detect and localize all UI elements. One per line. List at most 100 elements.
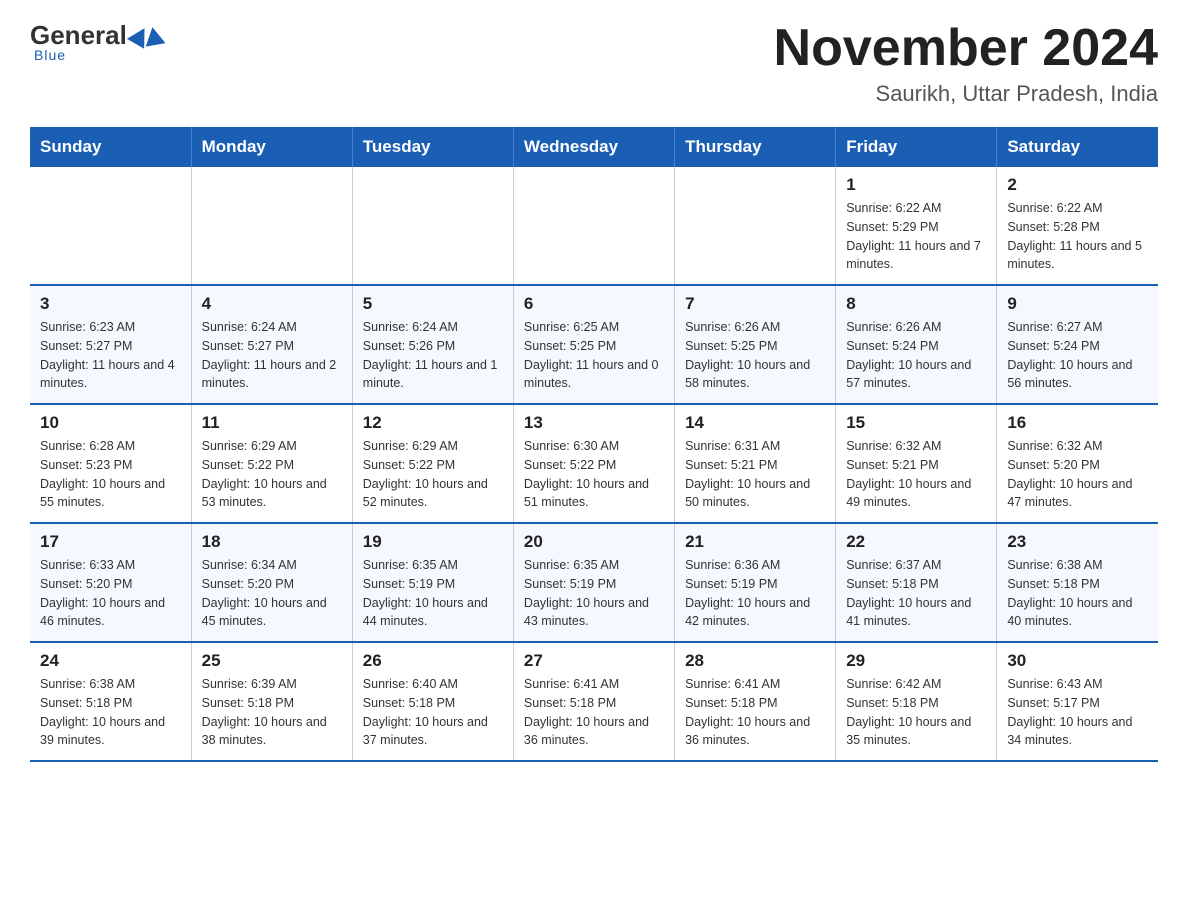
- day-info: Sunrise: 6:37 AM Sunset: 5:18 PM Dayligh…: [846, 556, 986, 631]
- weekday-header-monday: Monday: [191, 127, 352, 167]
- day-info: Sunrise: 6:27 AM Sunset: 5:24 PM Dayligh…: [1007, 318, 1148, 393]
- day-info: Sunrise: 6:24 AM Sunset: 5:26 PM Dayligh…: [363, 318, 503, 393]
- day-number: 16: [1007, 413, 1148, 433]
- calendar-cell: 25 Sunrise: 6:39 AM Sunset: 5:18 PM Dayli…: [191, 642, 352, 761]
- day-number: 17: [40, 532, 181, 552]
- day-number: 10: [40, 413, 181, 433]
- calendar-cell: 9 Sunrise: 6:27 AM Sunset: 5:24 PM Daylig…: [997, 285, 1158, 404]
- day-number: 20: [524, 532, 664, 552]
- day-info: Sunrise: 6:32 AM Sunset: 5:20 PM Dayligh…: [1007, 437, 1148, 512]
- calendar-cell: [352, 167, 513, 285]
- day-number: 25: [202, 651, 342, 671]
- calendar-cell: 15 Sunrise: 6:32 AM Sunset: 5:21 PM Dayli…: [836, 404, 997, 523]
- calendar-cell: 3 Sunrise: 6:23 AM Sunset: 5:27 PM Daylig…: [30, 285, 191, 404]
- day-info: Sunrise: 6:33 AM Sunset: 5:20 PM Dayligh…: [40, 556, 181, 631]
- calendar-cell: 17 Sunrise: 6:33 AM Sunset: 5:20 PM Dayli…: [30, 523, 191, 642]
- calendar-cell: [513, 167, 674, 285]
- calendar-week-row: 17 Sunrise: 6:33 AM Sunset: 5:20 PM Dayli…: [30, 523, 1158, 642]
- day-number: 30: [1007, 651, 1148, 671]
- day-number: 8: [846, 294, 986, 314]
- day-info: Sunrise: 6:23 AM Sunset: 5:27 PM Dayligh…: [40, 318, 181, 393]
- day-number: 11: [202, 413, 342, 433]
- calendar-cell: 19 Sunrise: 6:35 AM Sunset: 5:19 PM Dayli…: [352, 523, 513, 642]
- calendar-cell: 27Sunrise: 6:41 AM Sunset: 5:18 PM Dayli…: [513, 642, 674, 761]
- day-info: Sunrise: 6:38 AM Sunset: 5:18 PM Dayligh…: [1007, 556, 1148, 631]
- day-info: Sunrise: 6:34 AM Sunset: 5:20 PM Dayligh…: [202, 556, 342, 631]
- weekday-header-sunday: Sunday: [30, 127, 191, 167]
- day-info: Sunrise: 6:43 AM Sunset: 5:17 PM Dayligh…: [1007, 675, 1148, 750]
- day-info: Sunrise: 6:32 AM Sunset: 5:21 PM Dayligh…: [846, 437, 986, 512]
- day-info: Sunrise: 6:39 AM Sunset: 5:18 PM Dayligh…: [202, 675, 342, 750]
- day-number: 7: [685, 294, 825, 314]
- day-info: Sunrise: 6:25 AM Sunset: 5:25 PM Dayligh…: [524, 318, 664, 393]
- day-info: Sunrise: 6:26 AM Sunset: 5:24 PM Dayligh…: [846, 318, 986, 393]
- logo-triangle2-icon: [142, 25, 165, 46]
- day-number: 18: [202, 532, 342, 552]
- calendar-cell: 26Sunrise: 6:40 AM Sunset: 5:18 PM Dayli…: [352, 642, 513, 761]
- day-number: 6: [524, 294, 664, 314]
- location-text: Saurikh, Uttar Pradesh, India: [774, 81, 1158, 107]
- logo-blue-text: Blue: [34, 47, 66, 63]
- weekday-header-wednesday: Wednesday: [513, 127, 674, 167]
- calendar-cell: 18 Sunrise: 6:34 AM Sunset: 5:20 PM Dayli…: [191, 523, 352, 642]
- title-area: November 2024 Saurikh, Uttar Pradesh, In…: [774, 20, 1158, 107]
- calendar-cell: 21Sunrise: 6:36 AM Sunset: 5:19 PM Dayli…: [675, 523, 836, 642]
- calendar-cell: 13 Sunrise: 6:30 AM Sunset: 5:22 PM Dayli…: [513, 404, 674, 523]
- calendar-cell: 4Sunrise: 6:24 AM Sunset: 5:27 PM Daylig…: [191, 285, 352, 404]
- day-number: 22: [846, 532, 986, 552]
- day-info: Sunrise: 6:35 AM Sunset: 5:19 PM Dayligh…: [524, 556, 664, 631]
- day-info: Sunrise: 6:30 AM Sunset: 5:22 PM Dayligh…: [524, 437, 664, 512]
- day-info: Sunrise: 6:41 AM Sunset: 5:18 PM Dayligh…: [685, 675, 825, 750]
- calendar-week-row: 24Sunrise: 6:38 AM Sunset: 5:18 PM Dayli…: [30, 642, 1158, 761]
- calendar-cell: 8 Sunrise: 6:26 AM Sunset: 5:24 PM Daylig…: [836, 285, 997, 404]
- day-number: 26: [363, 651, 503, 671]
- calendar-week-row: 3 Sunrise: 6:23 AM Sunset: 5:27 PM Daylig…: [30, 285, 1158, 404]
- weekday-header-saturday: Saturday: [997, 127, 1158, 167]
- day-number: 21: [685, 532, 825, 552]
- day-number: 28: [685, 651, 825, 671]
- day-number: 3: [40, 294, 181, 314]
- calendar-cell: 23Sunrise: 6:38 AM Sunset: 5:18 PM Dayli…: [997, 523, 1158, 642]
- day-number: 9: [1007, 294, 1148, 314]
- calendar-cell: 14 Sunrise: 6:31 AM Sunset: 5:21 PM Dayli…: [675, 404, 836, 523]
- weekday-header-thursday: Thursday: [675, 127, 836, 167]
- calendar-cell: 16 Sunrise: 6:32 AM Sunset: 5:20 PM Dayli…: [997, 404, 1158, 523]
- day-number: 15: [846, 413, 986, 433]
- calendar-cell: 20 Sunrise: 6:35 AM Sunset: 5:19 PM Dayli…: [513, 523, 674, 642]
- day-info: Sunrise: 6:22 AM Sunset: 5:29 PM Dayligh…: [846, 199, 986, 274]
- day-number: 14: [685, 413, 825, 433]
- calendar-cell: 10Sunrise: 6:28 AM Sunset: 5:23 PM Dayli…: [30, 404, 191, 523]
- calendar-cell: 5 Sunrise: 6:24 AM Sunset: 5:26 PM Daylig…: [352, 285, 513, 404]
- calendar-cell: [675, 167, 836, 285]
- calendar-cell: 24Sunrise: 6:38 AM Sunset: 5:18 PM Dayli…: [30, 642, 191, 761]
- calendar-week-row: 10Sunrise: 6:28 AM Sunset: 5:23 PM Dayli…: [30, 404, 1158, 523]
- day-info: Sunrise: 6:26 AM Sunset: 5:25 PM Dayligh…: [685, 318, 825, 393]
- calendar-cell: 11 Sunrise: 6:29 AM Sunset: 5:22 PM Dayli…: [191, 404, 352, 523]
- weekday-header-row: SundayMondayTuesdayWednesdayThursdayFrid…: [30, 127, 1158, 167]
- calendar-cell: 7 Sunrise: 6:26 AM Sunset: 5:25 PM Daylig…: [675, 285, 836, 404]
- calendar-cell: 28 Sunrise: 6:41 AM Sunset: 5:18 PM Dayli…: [675, 642, 836, 761]
- day-info: Sunrise: 6:35 AM Sunset: 5:19 PM Dayligh…: [363, 556, 503, 631]
- day-number: 2: [1007, 175, 1148, 195]
- calendar-cell: 1Sunrise: 6:22 AM Sunset: 5:29 PM Daylig…: [836, 167, 997, 285]
- calendar-cell: [191, 167, 352, 285]
- calendar-cell: 29Sunrise: 6:42 AM Sunset: 5:18 PM Dayli…: [836, 642, 997, 761]
- day-info: Sunrise: 6:31 AM Sunset: 5:21 PM Dayligh…: [685, 437, 825, 512]
- day-info: Sunrise: 6:29 AM Sunset: 5:22 PM Dayligh…: [202, 437, 342, 512]
- weekday-header-tuesday: Tuesday: [352, 127, 513, 167]
- weekday-header-friday: Friday: [836, 127, 997, 167]
- logo: General Blue: [30, 20, 165, 63]
- day-info: Sunrise: 6:22 AM Sunset: 5:28 PM Dayligh…: [1007, 199, 1148, 274]
- day-number: 5: [363, 294, 503, 314]
- day-info: Sunrise: 6:24 AM Sunset: 5:27 PM Dayligh…: [202, 318, 342, 393]
- day-number: 29: [846, 651, 986, 671]
- day-info: Sunrise: 6:41 AM Sunset: 5:18 PM Dayligh…: [524, 675, 664, 750]
- month-title: November 2024: [774, 20, 1158, 77]
- calendar-cell: 22 Sunrise: 6:37 AM Sunset: 5:18 PM Dayli…: [836, 523, 997, 642]
- day-number: 13: [524, 413, 664, 433]
- day-number: 19: [363, 532, 503, 552]
- day-number: 12: [363, 413, 503, 433]
- calendar-cell: 6 Sunrise: 6:25 AM Sunset: 5:25 PM Daylig…: [513, 285, 674, 404]
- calendar-cell: 2 Sunrise: 6:22 AM Sunset: 5:28 PM Daylig…: [997, 167, 1158, 285]
- calendar-cell: 30 Sunrise: 6:43 AM Sunset: 5:17 PM Dayli…: [997, 642, 1158, 761]
